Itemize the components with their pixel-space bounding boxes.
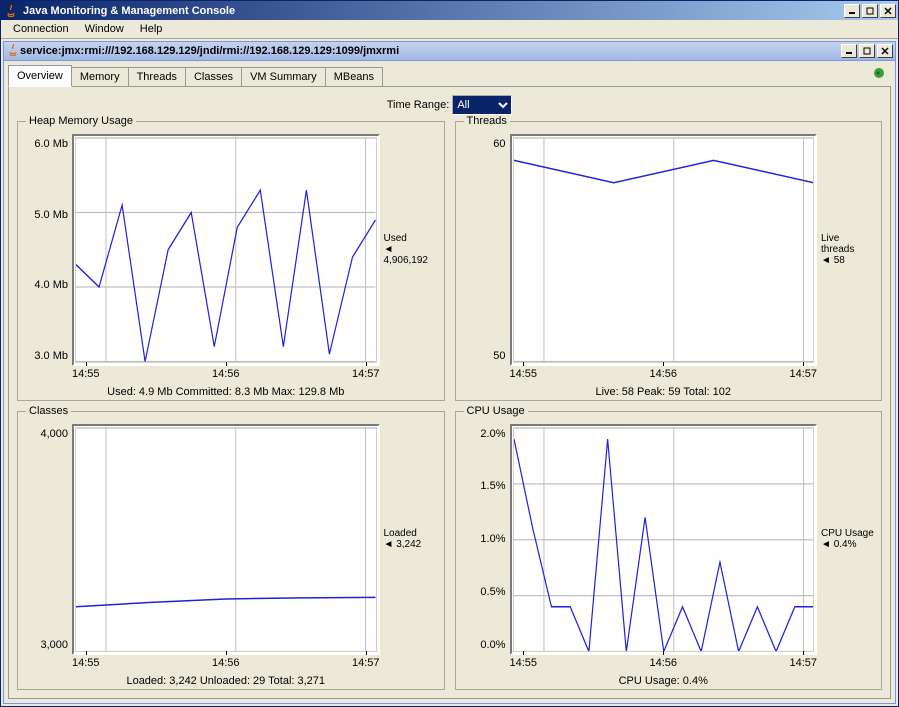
panel-classes: Classes 4,000 3,000 Loaded ◄ 3,242: [17, 411, 445, 691]
tab-classes[interactable]: Classes: [185, 67, 242, 86]
connection-titlebar[interactable]: service:jmx:rmi:///192.168.129.129/jndi/…: [4, 42, 895, 61]
java-icon: [6, 43, 20, 60]
minimize-button[interactable]: [844, 4, 860, 18]
classes-yaxis: 4,000 3,000: [24, 424, 72, 656]
time-range-row: Time Range: All: [17, 95, 882, 115]
maximize-button[interactable]: [862, 4, 878, 18]
threads-yaxis: 60 50: [462, 134, 510, 366]
tab-memory[interactable]: Memory: [71, 67, 129, 86]
panel-threads: Threads 60 50 Live threads ◄ 58: [455, 121, 883, 401]
inner-close-button[interactable]: [877, 44, 893, 58]
connection-title: service:jmx:rmi:///192.168.129.129/jndi/…: [20, 45, 841, 57]
time-range-select[interactable]: All: [452, 95, 512, 115]
panel-classes-title: Classes: [26, 405, 71, 417]
mdi-area: service:jmx:rmi:///192.168.129.129/jndi/…: [1, 39, 898, 706]
connection-window: service:jmx:rmi:///192.168.129.129/jndi/…: [3, 41, 896, 704]
classes-xaxis: 14:55 14:56 14:57: [72, 655, 380, 669]
menu-window[interactable]: Window: [77, 21, 132, 37]
classes-stats: Loaded: 3,242 Unloaded: 29 Total: 3,271: [72, 669, 380, 687]
threads-current-label: Live threads ◄ 58: [817, 134, 875, 366]
threads-plot: [510, 134, 818, 366]
close-button[interactable]: [880, 4, 896, 18]
time-range-label: Time Range:: [387, 99, 450, 111]
heap-stats: Used: 4.9 Mb Committed: 8.3 Mb Max: 129.…: [72, 380, 380, 398]
java-icon: [3, 3, 19, 19]
cpu-yaxis: 2.0% 1.5% 1.0% 0.5% 0.0%: [462, 424, 510, 656]
heap-current-label: Used ◄ 4,906,192: [380, 134, 438, 366]
panel-heap: Heap Memory Usage 6.0 Mb 5.0 Mb 4.0 Mb 3…: [17, 121, 445, 401]
tab-vm-summary[interactable]: VM Summary: [241, 67, 326, 86]
threads-xaxis: 14:55 14:56 14:57: [510, 366, 818, 380]
classes-current-label: Loaded ◄ 3,242: [380, 424, 438, 656]
menubar: Connection Window Help: [1, 20, 898, 39]
heap-yaxis: 6.0 Mb 5.0 Mb 4.0 Mb 3.0 Mb: [24, 134, 72, 366]
panel-heap-title: Heap Memory Usage: [26, 115, 136, 127]
heap-xaxis: 14:55 14:56 14:57: [72, 366, 380, 380]
tabstrip: Overview Memory Threads Classes VM Summa…: [4, 61, 895, 86]
app-titlebar: Java Monitoring & Management Console: [1, 1, 898, 20]
app-title: Java Monitoring & Management Console: [23, 5, 844, 17]
tab-mbeans[interactable]: MBeans: [325, 67, 383, 86]
inner-maximize-button[interactable]: [859, 44, 875, 58]
panel-threads-title: Threads: [464, 115, 510, 127]
tab-threads[interactable]: Threads: [128, 67, 186, 86]
inner-minimize-button[interactable]: [841, 44, 857, 58]
panel-cpu-title: CPU Usage: [464, 405, 528, 417]
threads-stats: Live: 58 Peak: 59 Total: 102: [510, 380, 818, 398]
cpu-xaxis: 14:55 14:56 14:57: [510, 655, 818, 669]
menu-help[interactable]: Help: [132, 21, 171, 37]
cpu-current-label: CPU Usage ◄ 0.4%: [817, 424, 875, 656]
cpu-plot: [510, 424, 818, 656]
panel-cpu: CPU Usage 2.0% 1.5% 1.0% 0.5% 0.0%: [455, 411, 883, 691]
cpu-stats: CPU Usage: 0.4%: [510, 669, 818, 687]
heap-plot: [72, 134, 380, 366]
tab-overview[interactable]: Overview: [8, 65, 72, 87]
tab-content-overview: Time Range: All Heap Memory Usage 6.0 Mb…: [8, 86, 891, 699]
connect-status-icon[interactable]: [871, 65, 887, 81]
classes-plot: [72, 424, 380, 656]
menu-connection[interactable]: Connection: [5, 21, 77, 37]
